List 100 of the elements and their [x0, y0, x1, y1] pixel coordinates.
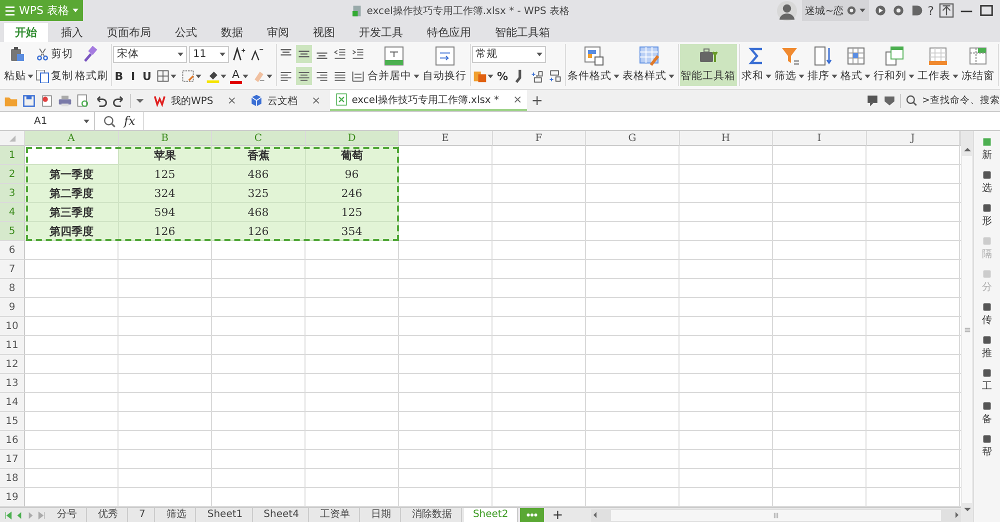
row-header[interactable]: 19 — [0, 488, 25, 507]
ribbon-button[interactable] — [231, 45, 247, 63]
column-header[interactable]: E — [399, 131, 492, 146]
sheet-tab[interactable]: 工资单 — [310, 508, 360, 522]
side-panel-item[interactable]: 帮 — [982, 434, 992, 459]
save-icon[interactable] — [22, 94, 36, 108]
menu-tab[interactable]: 审阅 — [256, 23, 300, 42]
menu-tab[interactable]: 开始 — [4, 23, 48, 42]
row-header[interactable]: 17 — [0, 450, 25, 469]
ribbon-button[interactable]: 剪切 — [36, 47, 73, 61]
menu-tab[interactable]: 公式 — [164, 23, 208, 42]
chat-icon[interactable] — [866, 94, 880, 107]
ribbon-button[interactable]: 排序 — [806, 44, 839, 86]
command-search-field[interactable]: >查找命令、搜索 — [922, 94, 1000, 107]
inbox-icon[interactable] — [883, 94, 896, 107]
row-header[interactable]: 11 — [0, 336, 25, 355]
side-panel-item[interactable]: 选 — [982, 170, 992, 195]
ribbon-button[interactable]: 求和 — [740, 44, 773, 86]
side-panel-item[interactable]: 新 — [982, 137, 992, 162]
ribbon-button[interactable]: B — [113, 70, 125, 82]
menu-tab[interactable]: 页面布局 — [96, 23, 162, 42]
column-header[interactable]: G — [586, 131, 680, 146]
row-header[interactable]: 16 — [0, 431, 25, 450]
ribbon-button[interactable]: 格式刷 — [74, 44, 109, 86]
dropdown-field[interactable]: 常规 — [472, 46, 546, 62]
scroll-down-icon[interactable] — [962, 505, 972, 514]
side-panel-item[interactable]: 传 — [982, 302, 992, 327]
menu-tab[interactable]: 数据 — [210, 23, 254, 42]
ribbon-button[interactable] — [296, 67, 312, 85]
scrollbar-thumb[interactable] — [962, 156, 972, 503]
close-button[interactable]: × — [227, 94, 236, 107]
row-header[interactable]: 8 — [0, 279, 25, 298]
row-header[interactable]: 9 — [0, 298, 25, 317]
ribbon-button[interactable]: 自动换行 — [422, 44, 468, 86]
scroll-right-icon[interactable] — [953, 511, 961, 519]
row-header[interactable]: 7 — [0, 260, 25, 279]
ribbon-button[interactable]: I — [127, 70, 139, 82]
ribbon-button[interactable]: 条件格式 — [566, 44, 621, 86]
close-button[interactable]: × — [513, 93, 522, 106]
row-header[interactable]: 12 — [0, 355, 25, 374]
menu-tab[interactable]: 插入 — [50, 23, 94, 42]
help-button[interactable]: ? — [928, 4, 934, 18]
ribbon-button[interactable]: % — [496, 70, 509, 82]
name-box[interactable]: A1 — [0, 112, 95, 130]
side-panel-item[interactable]: 备 — [982, 401, 992, 426]
row-header[interactable]: 10 — [0, 317, 25, 336]
more-sheets-button[interactable] — [520, 508, 544, 522]
menu-tab[interactable]: 视图 — [302, 23, 346, 42]
vertical-scrollbar[interactable] — [961, 131, 973, 522]
column-header[interactable]: I — [773, 131, 866, 146]
sheet-tab[interactable]: Sheet4 — [254, 508, 309, 522]
new-tab-button[interactable]: + — [531, 92, 543, 108]
ribbon-button[interactable]: 复制 — [36, 69, 73, 83]
ribbon-button[interactable]: 合并居中 — [366, 44, 421, 86]
sheet-tab[interactable]: 7 — [130, 508, 156, 522]
menu-tab[interactable]: 开发工具 — [348, 23, 414, 42]
dropdown-field[interactable]: 宋体 — [113, 46, 187, 62]
user-account-button[interactable]: 迷城~恋 — [802, 0, 869, 21]
sheet-tab[interactable]: 日期 — [362, 508, 401, 522]
ribbon-button[interactable]: 智能工具箱 — [680, 44, 737, 86]
menu-tab[interactable]: 智能工具箱 — [484, 23, 561, 42]
horizontal-scrollbar[interactable] — [591, 508, 961, 522]
play-icon[interactable] — [874, 4, 887, 17]
ribbon-button[interactable]: 行和列 — [872, 44, 916, 86]
row-header[interactable]: 15 — [0, 412, 25, 431]
ribbon-button[interactable]: 表格样式 — [622, 44, 676, 86]
sheet-tab[interactable]: 优秀 — [89, 508, 128, 522]
print-icon[interactable] — [58, 94, 72, 108]
side-panel-item[interactable]: 形 — [982, 203, 992, 228]
ribbon-button[interactable]: U — [141, 70, 153, 82]
column-header[interactable]: J — [866, 131, 960, 146]
side-panel-item[interactable]: 推 — [982, 335, 992, 360]
sheet-tab[interactable]: 分号 — [48, 508, 87, 522]
avatar[interactable] — [777, 0, 798, 20]
sheet-tab[interactable]: 消除数据 — [402, 508, 462, 522]
scroll-left-icon[interactable] — [591, 511, 599, 519]
document-tab[interactable]: 云文档 × — [245, 90, 326, 111]
add-sheet-button[interactable]: + — [546, 508, 570, 522]
sheet-tab[interactable]: 筛选 — [157, 508, 196, 522]
export-icon[interactable] — [40, 94, 54, 108]
ribbon-button[interactable]: 粘贴 — [3, 44, 35, 86]
row-header[interactable]: 14 — [0, 393, 25, 412]
zoom-icon[interactable] — [103, 114, 116, 128]
column-header[interactable]: F — [492, 131, 586, 146]
dropdown-field[interactable]: 11 — [189, 46, 229, 62]
side-panel-item[interactable]: 工 — [982, 368, 992, 393]
pin-icon[interactable] — [939, 3, 954, 18]
row-header[interactable]: 18 — [0, 469, 25, 488]
share-icon[interactable] — [910, 4, 923, 17]
scroll-up-icon[interactable] — [962, 145, 972, 154]
sheet-tab[interactable]: Sheet2 — [464, 508, 518, 522]
font-color-button[interactable]: A — [230, 68, 249, 84]
active-cell[interactable] — [25, 146, 118, 165]
settings-icon[interactable] — [892, 4, 905, 17]
ribbon-button[interactable]: 筛选 — [774, 44, 806, 86]
undo-icon[interactable] — [94, 94, 108, 108]
maximize-icon[interactable] — [979, 3, 994, 18]
row-header[interactable]: 6 — [0, 241, 25, 260]
sheet-tab[interactable]: Sheet1 — [198, 508, 253, 522]
function-button[interactable]: fx — [124, 114, 136, 128]
